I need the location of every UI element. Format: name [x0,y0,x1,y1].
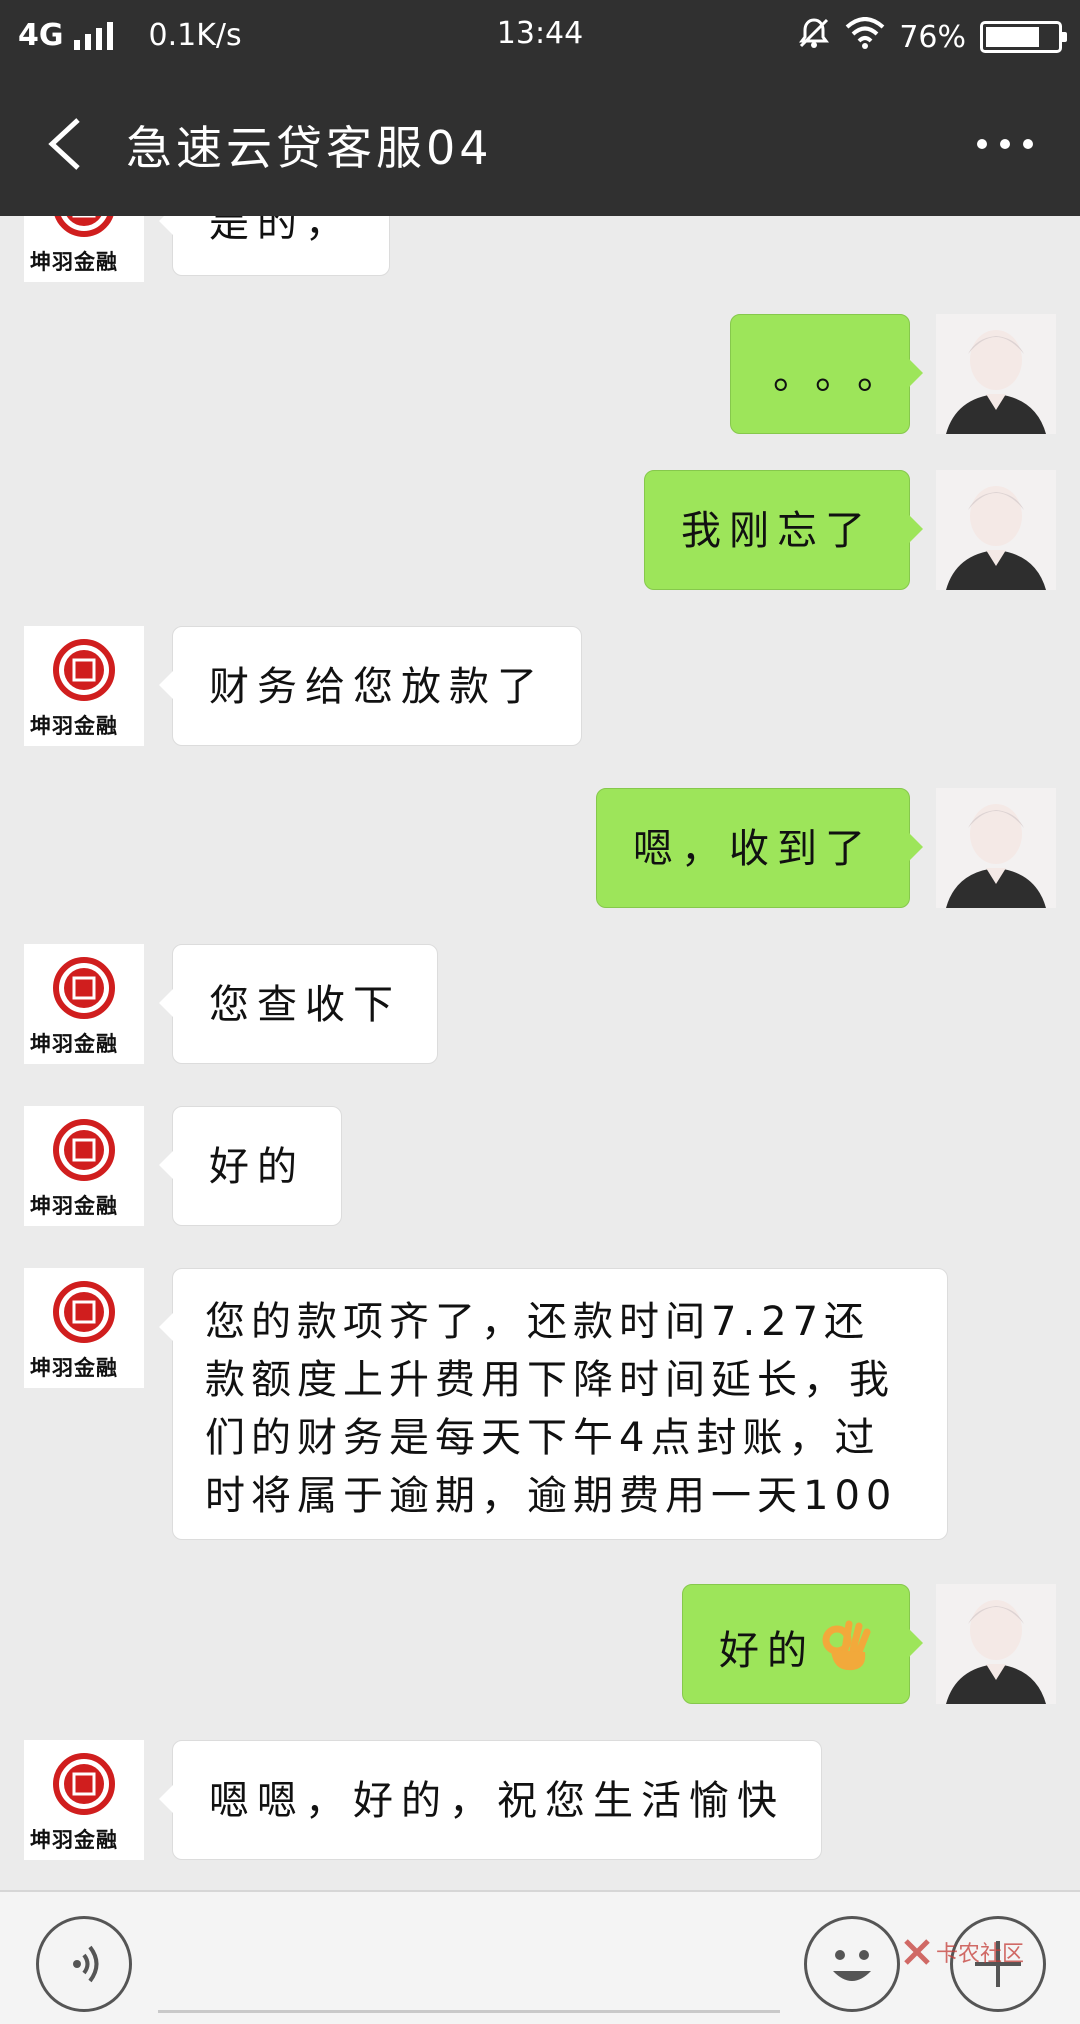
avatar-label: 坤羽金融 [30,250,118,274]
message-bubble[interactable]: 嗯嗯，好的，祝您生活愉快 [159,1740,822,1860]
contact-avatar[interactable]: 坤羽金融 [24,1268,144,1388]
avatar-label: 坤羽金融 [30,1828,118,1852]
contact-avatar[interactable]: 坤羽金融 [24,216,144,282]
voice-input-button[interactable] [36,1916,132,2012]
status-bar: 4G 0.1K/s 13:44 76% [0,0,1080,72]
smiley-icon [833,1950,871,1981]
battery-percent: 76% [899,19,966,55]
avatar-label: 坤羽金融 [30,1356,118,1380]
user-avatar-icon [936,470,1056,590]
user-avatar[interactable] [936,788,1056,908]
battery-icon [980,21,1067,53]
mute-alarm-icon [797,16,831,58]
message-bubble[interactable]: 财务给您放款了 [159,626,582,746]
avatar-label: 坤羽金融 [30,714,118,738]
back-button[interactable] [36,112,96,176]
chat-header: 急速云贷客服04 [0,72,1080,216]
more-options-button[interactable] [972,124,1038,164]
chevron-left-icon [48,118,80,170]
avatar-label: 坤羽金融 [30,1032,118,1056]
message-bubble[interactable]: 我刚忘了 [644,470,923,590]
more-dots-icon [977,139,1033,149]
watermark-logo-icon [904,1939,930,1965]
message-text: 好的 [719,1628,815,1674]
avatar-label: 坤羽金融 [30,1194,118,1218]
ok-hand-icon [819,1616,873,1690]
message-bubble[interactable]: 您查收下 [159,944,438,1064]
wifi-icon [845,17,885,57]
message-bubble[interactable]: 是的， [159,216,390,276]
contact-avatar[interactable]: 坤羽金融 [24,626,144,746]
user-avatar[interactable] [936,1584,1056,1704]
emoji-button[interactable] [804,1916,900,2012]
watermark-text: 卡农社区 [936,1942,1025,1967]
chat-title: 急速云贷客服04 [126,121,493,175]
user-avatar-icon [936,314,1056,434]
contact-avatar[interactable]: 坤羽金融 [24,1106,144,1226]
input-bar: 卡农社区 [0,1890,1080,2024]
watermark: 卡农社区 [902,1936,1024,1968]
message-bubble[interactable]: 您的款项齐了，还款时间7.27还款额度上升费用下降时间延长，我们的财务是每天下午… [159,1268,948,1540]
message-list[interactable]: 坤羽金融 是的， 。。。 我刚忘了 坤羽金融 财务给您放款了 嗯，收到了 坤羽金… [0,216,1080,1890]
user-avatar-icon [936,1584,1056,1704]
user-avatar[interactable] [936,314,1056,434]
user-avatar-icon [936,788,1056,908]
user-avatar[interactable] [936,470,1056,590]
contact-avatar[interactable]: 坤羽金融 [24,1740,144,1860]
message-bubble[interactable]: 。。。 [730,314,923,434]
contact-avatar[interactable]: 坤羽金融 [24,944,144,1064]
message-input[interactable] [158,2010,780,2013]
voice-icon [73,1945,99,1983]
message-bubble[interactable]: 好的 [682,1584,923,1704]
message-bubble[interactable]: 嗯，收到了 [596,788,923,908]
message-bubble[interactable]: 好的 [159,1106,342,1226]
